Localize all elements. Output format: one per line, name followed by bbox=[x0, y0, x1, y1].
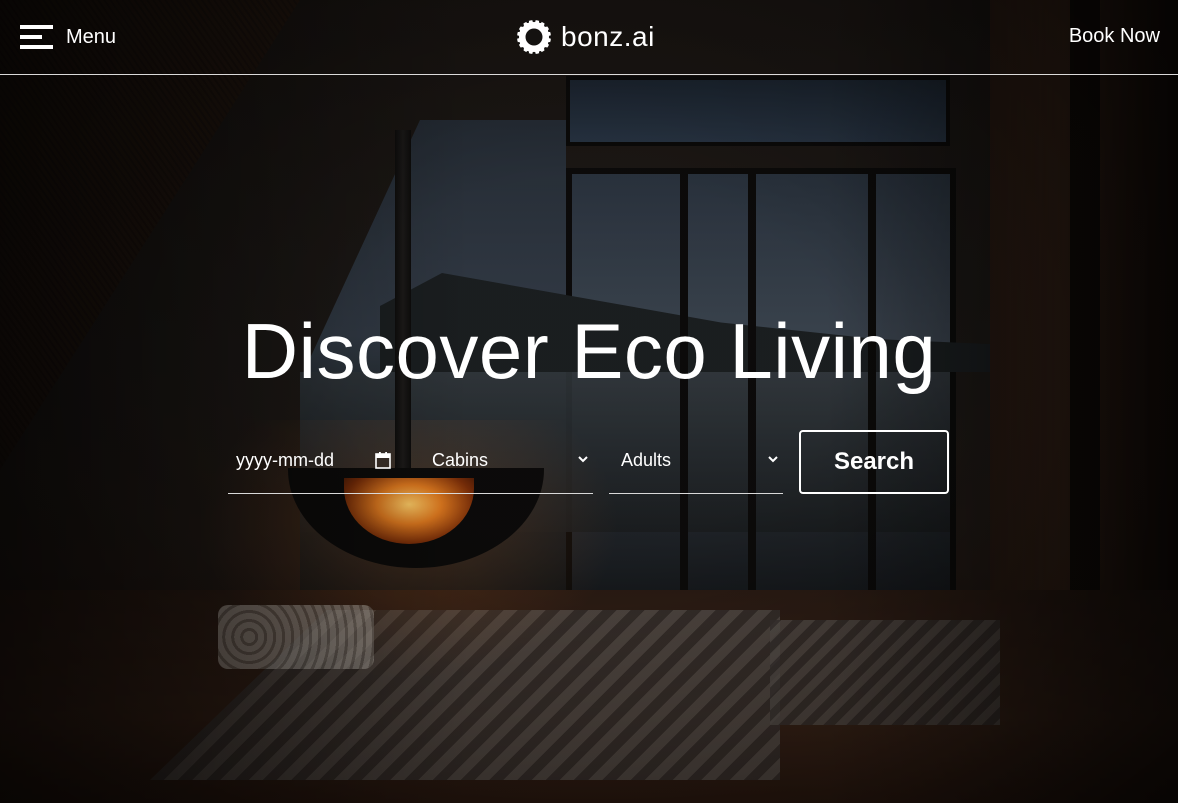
book-now-link[interactable]: Book Now bbox=[1069, 25, 1160, 48]
chevron-down-icon bbox=[768, 456, 778, 463]
hero-background-image bbox=[0, 0, 1178, 803]
calendar-icon[interactable] bbox=[375, 452, 391, 469]
bonzai-logo-icon bbox=[516, 19, 552, 55]
chevron-down-icon bbox=[578, 456, 588, 463]
search-button[interactable]: Search bbox=[799, 430, 949, 494]
date-field[interactable]: yyyy-mm-dd bbox=[228, 430, 406, 494]
menu-label: Menu bbox=[66, 25, 117, 48]
brand-logo[interactable]: bonz.ai bbox=[516, 18, 655, 56]
vignette-overlay bbox=[0, 0, 1178, 803]
guests-select[interactable]: Adults bbox=[609, 430, 783, 494]
accommodation-select[interactable]: Cabins bbox=[406, 430, 593, 494]
hamburger-icon bbox=[20, 23, 53, 51]
guests-selected: Adults bbox=[621, 450, 672, 470]
booking-search-form: yyyy-mm-dd Cabins Adults Search bbox=[228, 430, 950, 496]
brand-name: bonz.ai bbox=[561, 21, 655, 52]
date-placeholder: yyyy-mm-dd bbox=[236, 450, 334, 470]
accommodation-selected: Cabins bbox=[432, 450, 489, 470]
site-header: Menu bonz.ai Book Now bbox=[0, 0, 1178, 75]
menu-button[interactable]: Menu bbox=[20, 21, 116, 53]
hero-title: Discover Eco Living bbox=[241, 307, 937, 395]
